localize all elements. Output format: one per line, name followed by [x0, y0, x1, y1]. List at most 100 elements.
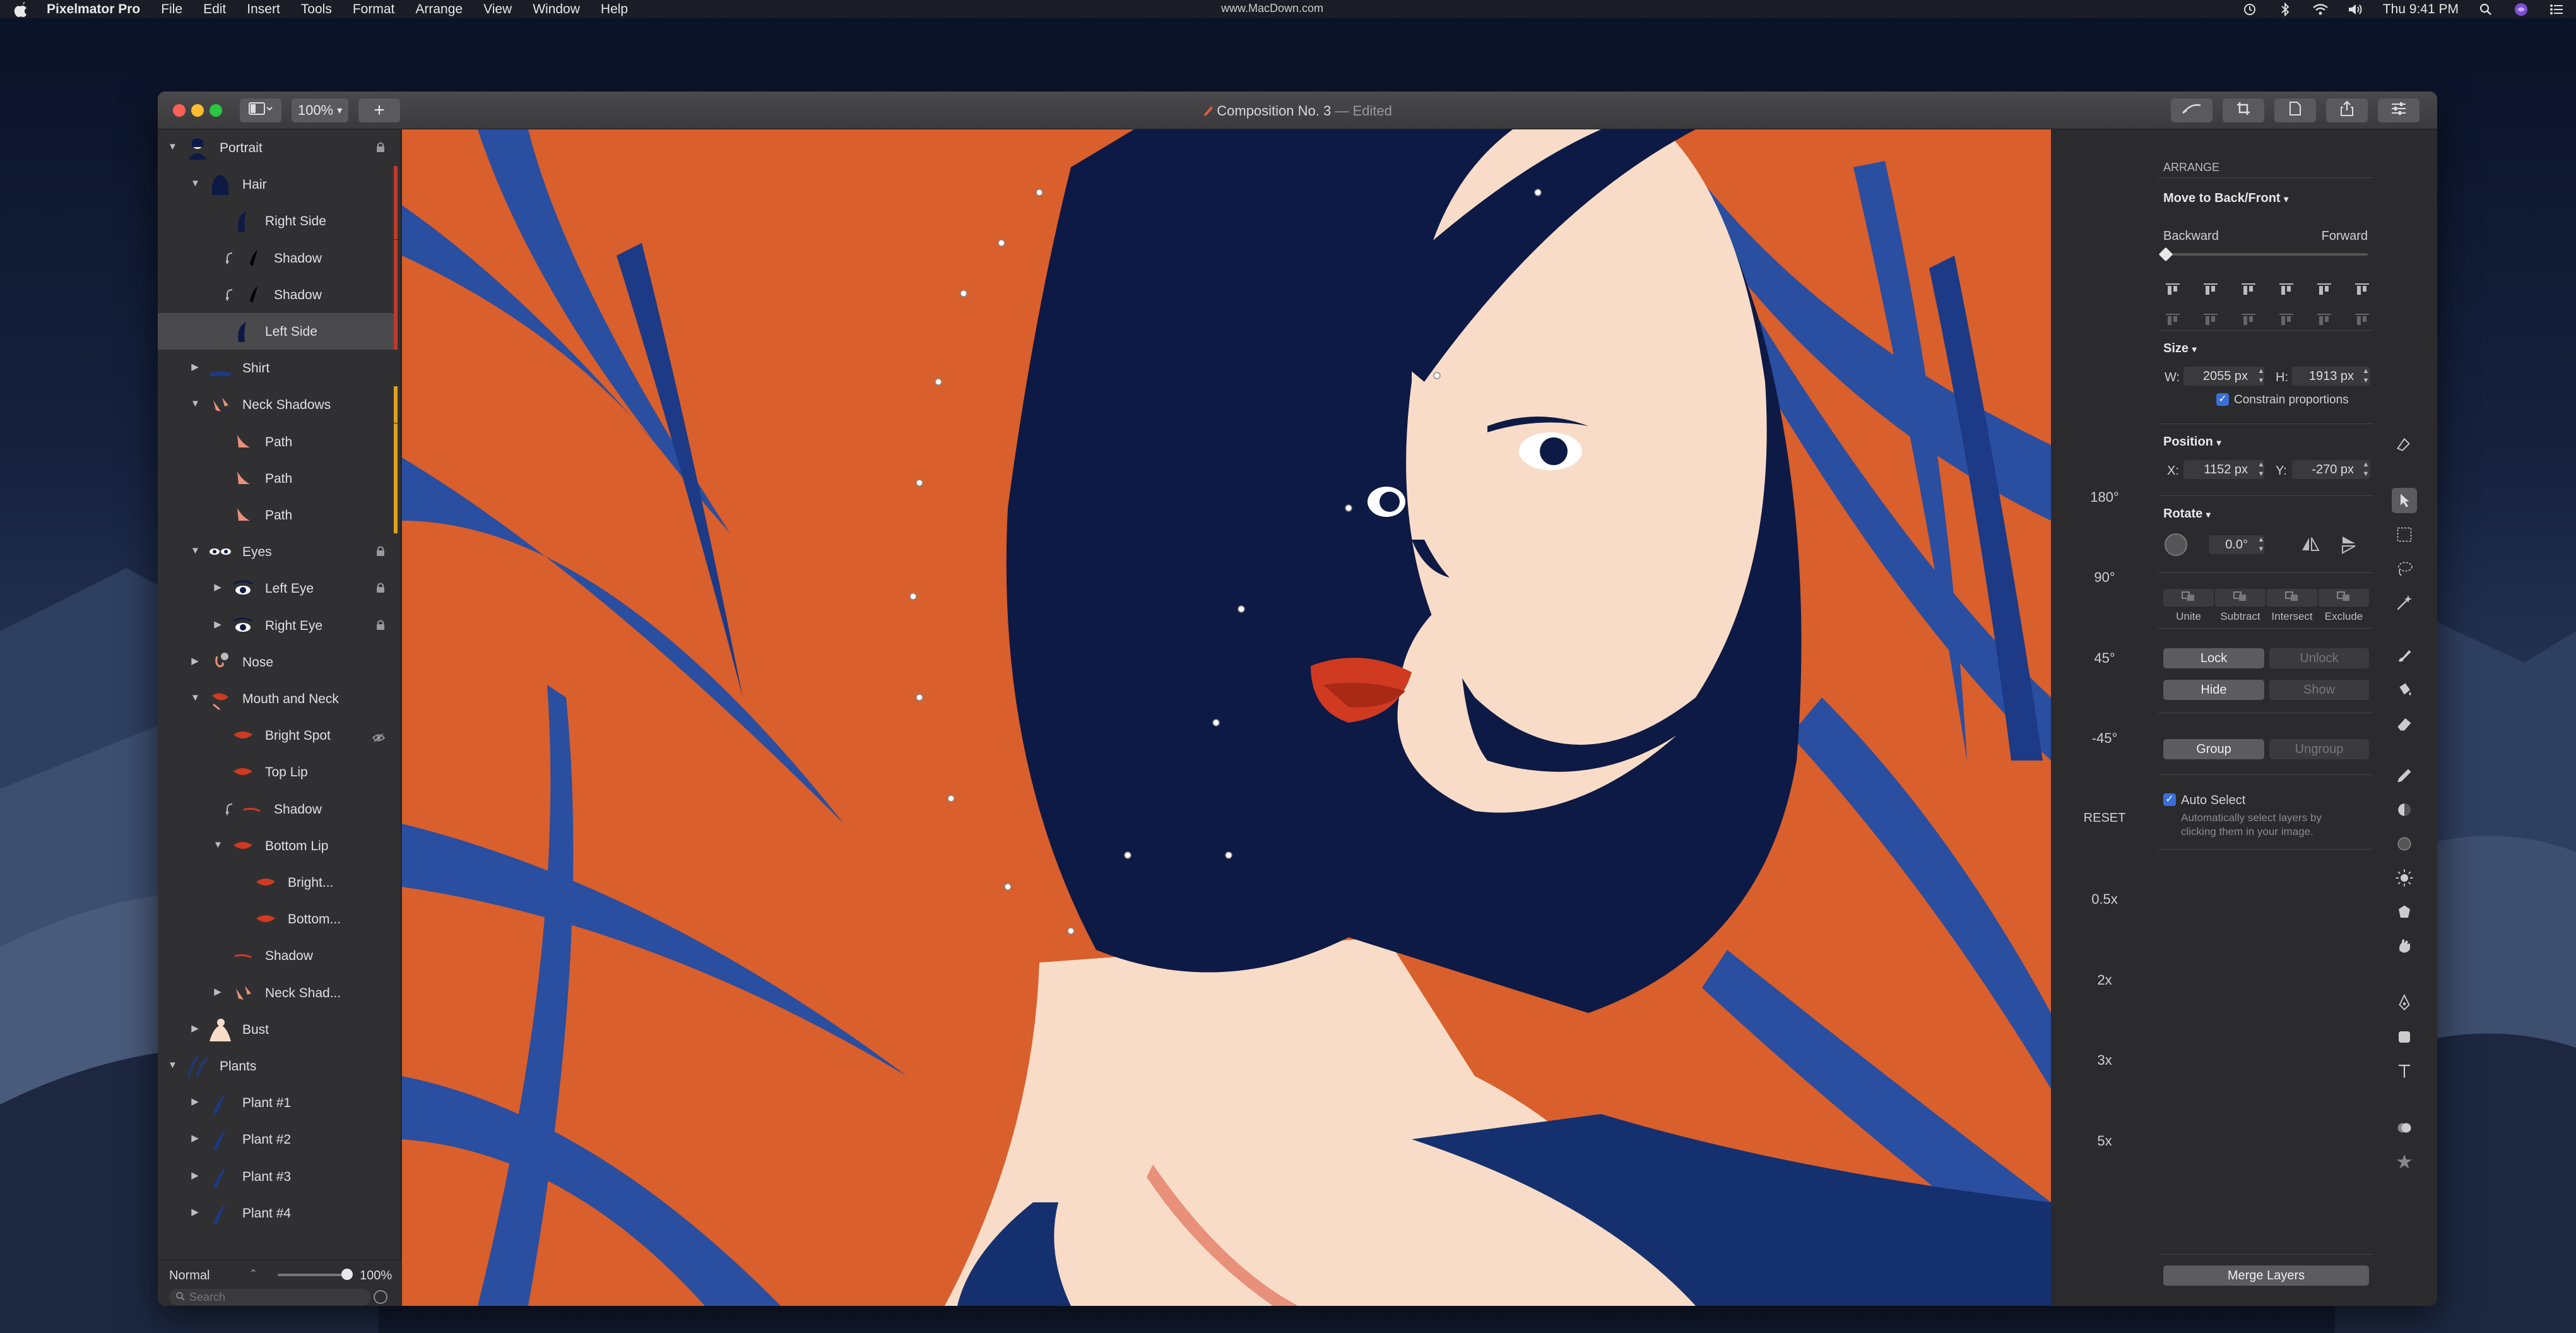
layer-row[interactable]: Bright... — [158, 864, 398, 901]
volume-icon[interactable] — [2348, 3, 2364, 16]
layer-row[interactable]: Shadow — [158, 937, 398, 974]
lock-icon[interactable] — [376, 141, 385, 153]
intersect-button[interactable] — [2267, 589, 2317, 607]
align-left-icon[interactable] — [2278, 282, 2295, 296]
layer-row[interactable]: Shadow — [158, 791, 398, 827]
filter-icon[interactable] — [374, 1290, 387, 1304]
rotate-reset-button[interactable]: RESET — [2051, 811, 2158, 826]
menu-insert[interactable]: Insert — [247, 2, 280, 17]
layer-row[interactable]: ▼ Neck Shadows — [158, 386, 398, 424]
type-icon[interactable] — [2392, 1058, 2417, 1084]
group-button[interactable]: Group — [2163, 739, 2264, 759]
size-header[interactable]: Size ▾ — [2163, 341, 2197, 356]
distribute-center-icon[interactable] — [2316, 312, 2332, 326]
layer-row[interactable]: ▶ Bust — [158, 1011, 398, 1048]
color-adjust-icon[interactable] — [2392, 797, 2417, 822]
rotate-45-button[interactable]: 45° — [2051, 650, 2158, 666]
layer-row[interactable]: Bright Spot — [158, 717, 398, 754]
disclosure-closed-icon[interactable]: ▶ — [191, 362, 199, 372]
shape-circle-icon[interactable] — [2392, 831, 2417, 856]
disclosure-closed-icon[interactable]: ▶ — [213, 620, 222, 629]
hide-button[interactable]: Hide — [2163, 680, 2264, 700]
constrain-checkbox[interactable]: ✓ — [2216, 393, 2229, 406]
disclosure-closed-icon[interactable]: ▶ — [213, 583, 222, 592]
clock[interactable]: Thu 9:41 PM — [2383, 2, 2459, 17]
pen-icon[interactable] — [2392, 431, 2417, 456]
move-to-back-front-menu[interactable]: Move to Back/Front ▾ — [2163, 191, 2288, 206]
rotate-180-button[interactable]: 180° — [2051, 489, 2158, 506]
rectangle-icon[interactable] — [2392, 1024, 2417, 1050]
disclosure-open-icon[interactable]: ▼ — [213, 840, 223, 850]
lasso-icon[interactable] — [2392, 556, 2417, 581]
disclosure-closed-icon[interactable]: ▶ — [191, 1134, 199, 1143]
lock-icon[interactable] — [376, 619, 385, 631]
width-stepper[interactable]: ▲ ▼ — [2257, 367, 2266, 386]
merge-layers-button[interactable]: Merge Layers — [2163, 1265, 2369, 1286]
layer-row[interactable]: ▶ Nose — [158, 644, 398, 680]
wifi-icon[interactable] — [2312, 3, 2329, 16]
layer-row[interactable]: ▶ Plant #4 — [158, 1195, 398, 1231]
disclosure-closed-icon[interactable]: ▶ — [191, 1097, 199, 1106]
pen-tool-button[interactable] — [2171, 98, 2213, 122]
align-bottom-icon[interactable] — [2240, 282, 2257, 296]
rotate-minus45-button[interactable]: -45° — [2051, 730, 2158, 747]
layer-row[interactable]: ▼ Bottom Lip — [158, 827, 398, 864]
menu-help[interactable]: Help — [601, 2, 628, 17]
layer-row[interactable]: ▶ Shirt — [158, 350, 398, 386]
lock-icon[interactable] — [376, 545, 385, 557]
layer-row[interactable]: ▶ Neck Shad... — [158, 975, 398, 1011]
search-input[interactable] — [189, 1290, 360, 1304]
subtract-button[interactable] — [2215, 589, 2266, 607]
menu-arrange[interactable]: Arrange — [415, 2, 463, 17]
layer-row[interactable]: Shadow — [158, 239, 398, 276]
layer-search-field[interactable] — [169, 1289, 371, 1305]
rotate-90-button[interactable]: 90° — [2051, 569, 2158, 586]
document-button[interactable] — [2274, 98, 2316, 122]
menu-tools[interactable]: Tools — [301, 2, 332, 17]
show-button[interactable]: Show — [2269, 680, 2369, 700]
hidden-eye-icon[interactable] — [372, 731, 386, 742]
opacity-slider[interactable] — [278, 1269, 353, 1280]
distribute-left-icon[interactable] — [2278, 312, 2295, 326]
rotate-header[interactable]: Rotate ▾ — [2163, 507, 2211, 521]
distribute-right-icon[interactable] — [2354, 312, 2370, 326]
time-machine-icon[interactable] — [2242, 3, 2258, 16]
layer-row[interactable]: Path — [158, 423, 398, 460]
auto-select-checkbox[interactable]: ✓ — [2163, 793, 2176, 806]
distribute-middle-icon[interactable] — [2202, 312, 2219, 326]
layer-row[interactable]: ▼ Plants — [158, 1048, 398, 1084]
opacity-slider-knob[interactable] — [341, 1269, 353, 1280]
app-menu[interactable]: Pixelmator Pro — [47, 2, 140, 17]
align-right-icon[interactable] — [2354, 282, 2370, 296]
scale-3x-button[interactable]: 3x — [2051, 1052, 2158, 1069]
menu-format[interactable]: Format — [353, 2, 395, 17]
layer-row[interactable]: ▶ Left Eye — [158, 570, 398, 607]
depth-slider-knob[interactable] — [2158, 247, 2173, 262]
disclosure-open-icon[interactable]: ▼ — [191, 693, 200, 702]
siri-icon[interactable] — [2513, 3, 2529, 16]
disclosure-open-icon[interactable]: ▼ — [168, 142, 177, 151]
pencil-icon[interactable] — [2392, 763, 2417, 788]
magic-wand-icon[interactable] — [2392, 590, 2417, 615]
layer-row[interactable]: Bottom... — [158, 901, 398, 937]
layer-row[interactable]: ▶ Plant #3 — [158, 1158, 398, 1195]
disclosure-open-icon[interactable]: ▼ — [191, 399, 200, 408]
y-stepper[interactable]: ▲ ▼ — [2361, 460, 2370, 479]
tools-sidebar-button[interactable] — [2378, 98, 2419, 122]
scale-5x-button[interactable]: 5x — [2051, 1133, 2158, 1149]
shape-icon[interactable] — [2392, 899, 2417, 925]
x-stepper[interactable]: ▲ ▼ — [2257, 460, 2266, 479]
ungroup-button[interactable]: Ungroup — [2269, 739, 2369, 759]
repair-icon[interactable] — [2392, 1115, 2417, 1140]
smudge-icon[interactable] — [2392, 933, 2417, 959]
disclosure-closed-icon[interactable]: ▶ — [191, 1024, 199, 1033]
bluetooth-icon[interactable] — [2277, 2, 2293, 16]
flip-vertical-icon[interactable] — [2341, 535, 2358, 557]
disclosure-closed-icon[interactable]: ▶ — [213, 987, 222, 997]
align-top-icon[interactable] — [2165, 282, 2181, 296]
lock-icon[interactable] — [376, 582, 385, 593]
layer-row[interactable]: ▼ Hair — [158, 166, 398, 203]
x-field[interactable]: 1152 px — [2183, 460, 2264, 479]
disclosure-closed-icon[interactable]: ▶ — [191, 1171, 199, 1180]
portrait-artwork[interactable] — [402, 129, 2051, 1306]
